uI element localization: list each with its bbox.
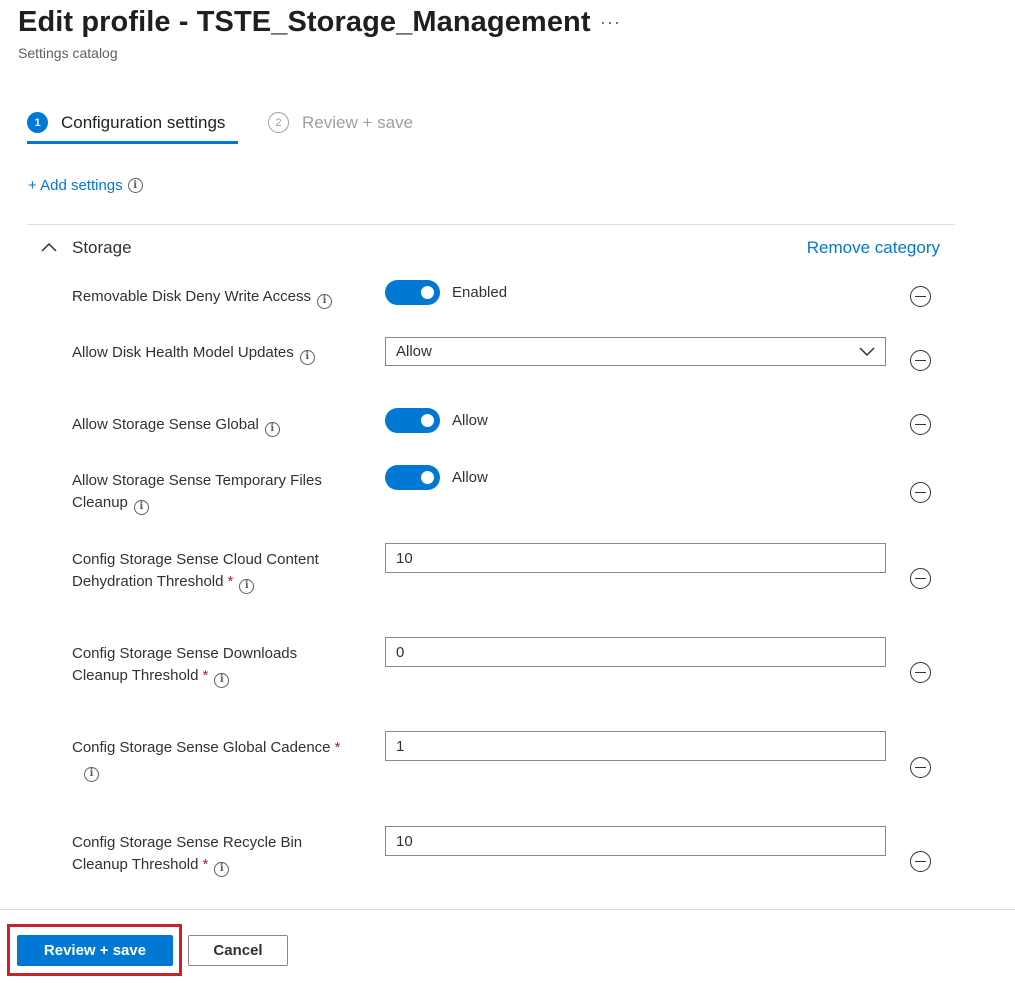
- divider: [27, 224, 955, 225]
- step-number-1: 1: [27, 112, 48, 133]
- step-number-2: 2: [268, 112, 289, 133]
- review-save-button[interactable]: Review + save: [17, 935, 173, 966]
- remove-setting-icon[interactable]: [910, 482, 931, 503]
- setting-label-allow-storage-sense-global: Allow Storage Sense Global i: [72, 414, 362, 437]
- setting-label-recycle-bin-cleanup-threshold: Config Storage Sense Recycle Bin Cleanup…: [72, 832, 327, 877]
- info-icon[interactable]: i: [214, 672, 230, 688]
- toggle-state-label: Allow: [452, 469, 488, 486]
- info-icon[interactable]: i: [84, 766, 99, 782]
- info-icon[interactable]: i: [239, 578, 255, 594]
- remove-setting-icon[interactable]: [910, 350, 931, 371]
- setting-label-text: Config Storage Sense Downloads Cleanup T…: [72, 645, 298, 684]
- dropdown-value: Allow: [396, 343, 432, 360]
- add-settings-link[interactable]: + Add settings i: [28, 177, 143, 194]
- add-settings-label: + Add settings: [28, 177, 123, 194]
- cloud-content-dehydration-threshold-input[interactable]: 10: [385, 543, 886, 573]
- toggle-state-label: Allow: [452, 412, 488, 429]
- removable-disk-deny-write-access-toggle[interactable]: [385, 280, 440, 305]
- info-icon[interactable]: i: [316, 293, 332, 309]
- step-label: Review + save: [302, 112, 414, 132]
- remove-setting-icon[interactable]: [910, 662, 931, 683]
- info-icon[interactable]: i: [299, 349, 315, 365]
- step-label: Configuration settings: [61, 112, 226, 132]
- global-cadence-input[interactable]: 1: [385, 731, 886, 761]
- required-indicator: *: [334, 739, 341, 756]
- allow-disk-health-model-updates-dropdown[interactable]: Allow: [385, 337, 886, 366]
- toggle-state-label: Enabled: [452, 284, 508, 301]
- remove-setting-icon[interactable]: [910, 851, 931, 872]
- setting-label-global-cadence: Config Storage Sense Global Cadence * i: [72, 737, 367, 782]
- remove-setting-icon[interactable]: [910, 568, 931, 589]
- downloads-cleanup-threshold-input[interactable]: 0: [385, 637, 886, 667]
- setting-label-text: Config Storage Sense Global Cadence: [72, 739, 331, 756]
- allow-storage-sense-global-toggle[interactable]: [385, 408, 440, 433]
- info-icon[interactable]: i: [133, 499, 149, 515]
- active-step-indicator: [27, 141, 238, 144]
- page-subtitle: Settings catalog: [18, 45, 118, 61]
- required-indicator: *: [202, 667, 209, 684]
- required-indicator: *: [227, 573, 234, 590]
- setting-label-text: Config Storage Sense Cloud Content Dehyd…: [72, 551, 319, 590]
- info-icon[interactable]: i: [264, 421, 280, 437]
- chevron-up-icon[interactable]: [40, 239, 58, 257]
- more-options-icon[interactable]: ···: [600, 12, 621, 33]
- setting-label-text: Allow Storage Sense Temporary Files Clea…: [72, 472, 322, 511]
- setting-label-downloads-cleanup-threshold: Config Storage Sense Downloads Cleanup T…: [72, 643, 327, 688]
- cancel-button[interactable]: Cancel: [188, 935, 288, 966]
- setting-label-allow-storage-sense-temporary-files-cleanup: Allow Storage Sense Temporary Files Clea…: [72, 470, 347, 515]
- remove-category-link[interactable]: Remove category: [807, 238, 940, 258]
- remove-setting-icon[interactable]: [910, 757, 931, 778]
- tab-review-save[interactable]: 2 Review + save: [268, 112, 413, 133]
- info-icon[interactable]: i: [127, 178, 143, 193]
- category-title: Storage: [72, 238, 132, 257]
- footer-divider: [0, 909, 1015, 910]
- setting-label-removable-disk-deny-write-access: Removable Disk Deny Write Access i: [72, 286, 362, 309]
- setting-label-allow-disk-health-model-updates: Allow Disk Health Model Updates i: [72, 342, 362, 365]
- remove-setting-icon[interactable]: [910, 286, 931, 307]
- setting-label-text: Allow Disk Health Model Updates: [72, 344, 294, 361]
- recycle-bin-cleanup-threshold-input[interactable]: 10: [385, 826, 886, 856]
- setting-label-text: Removable Disk Deny Write Access: [72, 288, 311, 305]
- setting-label-text: Allow Storage Sense Global: [72, 416, 259, 433]
- allow-storage-sense-temporary-files-cleanup-toggle[interactable]: [385, 465, 440, 490]
- required-indicator: *: [202, 856, 209, 873]
- remove-setting-icon[interactable]: [910, 414, 931, 435]
- tab-configuration-settings[interactable]: 1 Configuration settings: [27, 112, 225, 133]
- chevron-down-icon: [859, 347, 875, 357]
- setting-label-cloud-content-dehydration-threshold: Config Storage Sense Cloud Content Dehyd…: [72, 549, 347, 594]
- page-title: Edit profile - TSTE_Storage_Management: [18, 6, 591, 38]
- setting-label-text: Config Storage Sense Recycle Bin Cleanup…: [72, 834, 303, 873]
- info-icon[interactable]: i: [214, 861, 230, 877]
